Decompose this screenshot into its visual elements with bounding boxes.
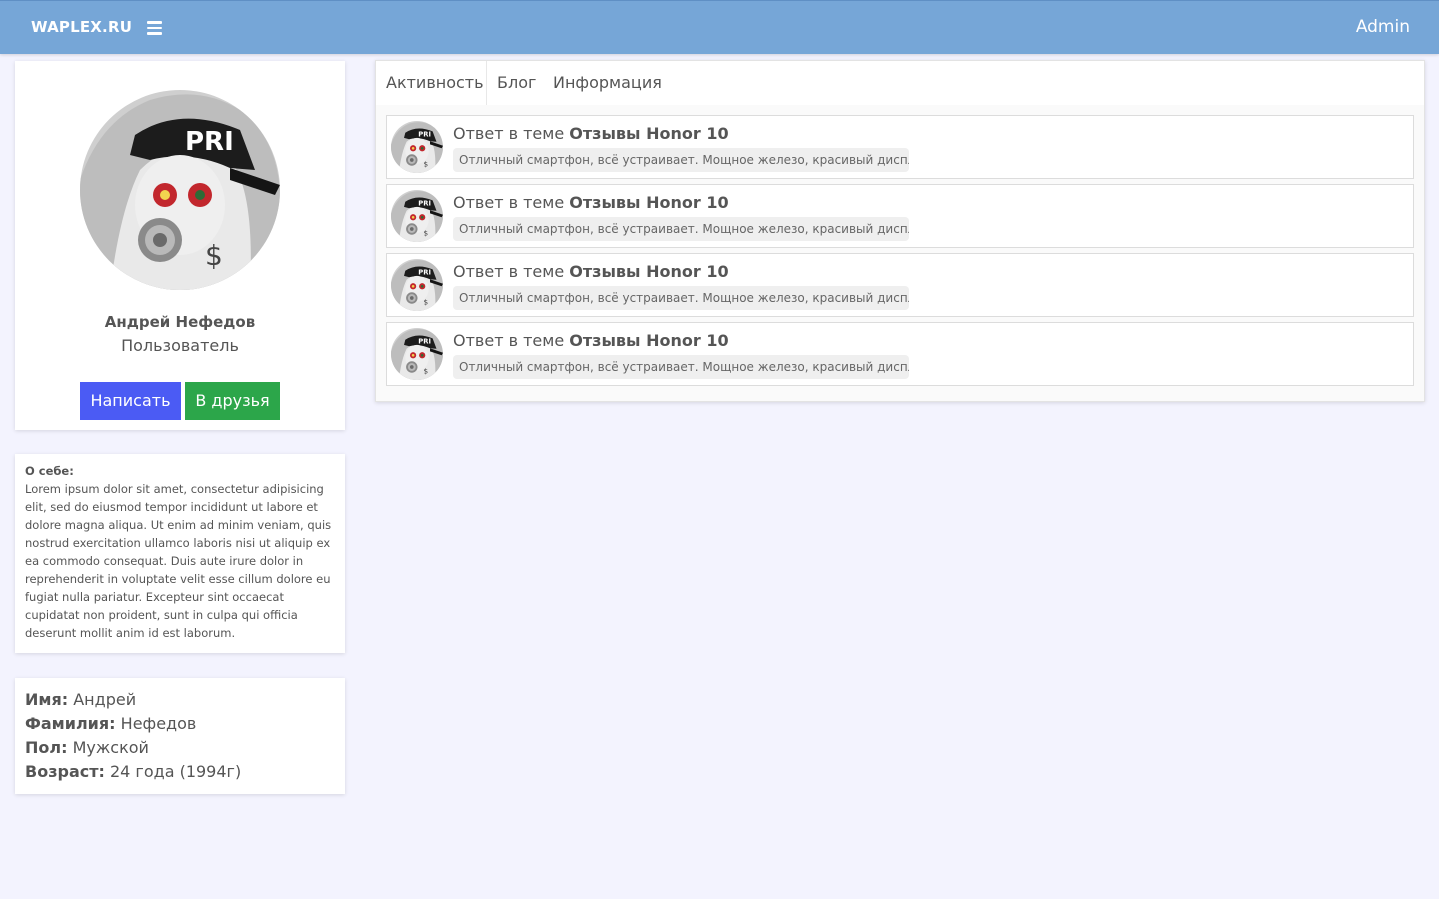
info-value: Нефедов — [120, 714, 197, 733]
activity-title: Ответ в теме Отзывы Honor 10 — [453, 124, 729, 143]
info-row-last-name: Фамилия: Нефедов — [25, 712, 335, 736]
list-item[interactable]: Ответ в теме Отзывы Honor 10 Отличный см… — [386, 322, 1414, 386]
write-message-button[interactable]: Написать — [80, 382, 181, 420]
activity-prefix: Ответ в теме — [453, 262, 565, 281]
info-value: Андрей — [73, 690, 137, 709]
add-friend-button[interactable]: В друзья — [185, 382, 280, 420]
activity-snippet: Отличный смартфон, всё устраивает. Мощно… — [453, 148, 909, 172]
list-item[interactable]: Ответ в теме Отзывы Honor 10 Отличный см… — [386, 184, 1414, 248]
activity-prefix: Ответ в теме — [453, 331, 565, 350]
activity-topic-link[interactable]: Отзывы Honor 10 — [569, 262, 728, 281]
profile-card: Андрей Нефедов Пользователь Написать В д… — [15, 61, 345, 430]
info-value: 24 года (1994г) — [109, 762, 242, 781]
hamburger-menu-icon[interactable] — [147, 21, 162, 35]
activity-snippet: Отличный смартфон, всё устраивает. Мощно… — [453, 217, 909, 241]
tab-activity[interactable]: Активность — [376, 61, 487, 105]
avatar[interactable] — [391, 259, 443, 311]
info-row-first-name: Имя: Андрей — [25, 688, 335, 712]
activity-topic-link[interactable]: Отзывы Honor 10 — [569, 193, 728, 212]
activity-snippet: Отличный смартфон, всё устраивает. Мощно… — [453, 355, 909, 379]
admin-user-link[interactable]: Admin — [1356, 17, 1410, 37]
activity-title: Ответ в теме Отзывы Honor 10 — [453, 193, 729, 212]
avatar[interactable] — [391, 121, 443, 173]
info-label: Фамилия: — [25, 714, 116, 733]
list-item[interactable]: Ответ в теме Отзывы Honor 10 Отличный см… — [386, 253, 1414, 317]
tab-bar: Активность Блог Информация — [376, 61, 1424, 105]
info-label: Возраст: — [25, 762, 105, 781]
activity-list: Ответ в теме Отзывы Honor 10 Отличный см… — [376, 105, 1424, 401]
avatar[interactable] — [391, 190, 443, 242]
about-text: Lorem ipsum dolor sit amet, consectetur … — [25, 482, 332, 640]
info-label: Имя: — [25, 690, 69, 709]
avatar — [80, 90, 280, 290]
info-value: Мужской — [72, 738, 149, 757]
info-row-age: Возраст: 24 года (1994г) — [25, 760, 335, 784]
activity-snippet: Отличный смартфон, всё устраивает. Мощно… — [453, 286, 909, 310]
about-card: О себе: Lorem ipsum dolor sit amet, cons… — [15, 454, 345, 653]
profile-name: Андрей Нефедов — [104, 313, 256, 331]
activity-topic-link[interactable]: Отзывы Honor 10 — [569, 124, 728, 143]
activity-prefix: Ответ в теме — [453, 193, 565, 212]
about-title: О себе: — [25, 464, 74, 478]
avatar[interactable] — [391, 328, 443, 380]
activity-prefix: Ответ в теме — [453, 124, 565, 143]
activity-title: Ответ в теме Отзывы Honor 10 — [453, 331, 729, 350]
list-item[interactable]: Ответ в теме Отзывы Honor 10 Отличный см… — [386, 115, 1414, 179]
tab-information[interactable]: Информация — [543, 61, 672, 105]
site-logo[interactable]: WAPLEX.RU — [31, 18, 132, 36]
info-card: Имя: Андрей Фамилия: Нефедов Пол: Мужско… — [15, 678, 345, 794]
profile-role: Пользователь — [121, 336, 239, 355]
activity-title: Ответ в теме Отзывы Honor 10 — [453, 262, 729, 281]
info-label: Пол: — [25, 738, 68, 757]
tab-blog[interactable]: Блог — [487, 61, 546, 105]
info-row-gender: Пол: Мужской — [25, 736, 335, 760]
activity-panel: Активность Блог Информация Ответ в теме … — [375, 60, 1425, 402]
activity-topic-link[interactable]: Отзывы Honor 10 — [569, 331, 728, 350]
top-navbar: WAPLEX.RU Admin — [0, 0, 1439, 54]
